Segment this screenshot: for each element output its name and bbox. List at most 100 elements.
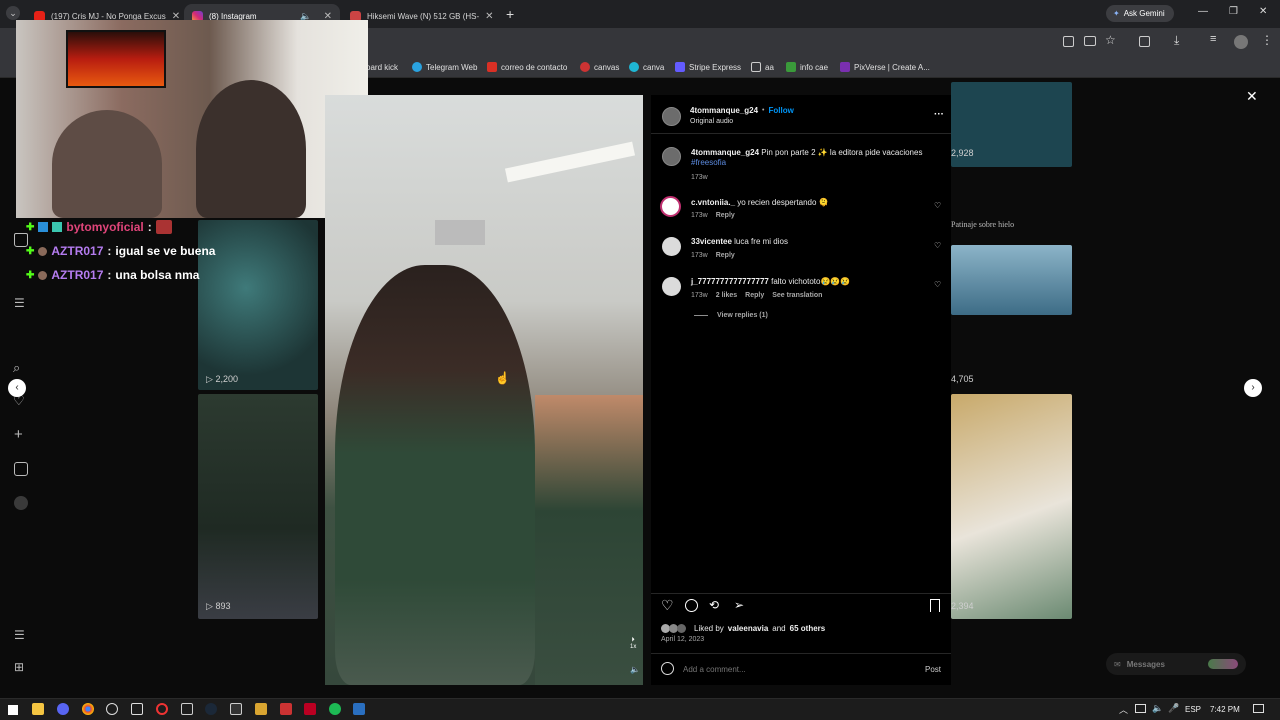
comment-likes[interactable]: 2 likes (716, 292, 737, 299)
bookmark-stripe[interactable]: Stripe Express (675, 60, 741, 74)
like-comment-icon[interactable]: ♡ (934, 280, 941, 289)
comment-username[interactable]: c.vntoniia._ (691, 198, 735, 207)
new-tab-button[interactable]: + (506, 6, 514, 22)
reply-button[interactable]: Reply (716, 212, 735, 219)
playback-speed[interactable]: ⏵ 1x (630, 637, 636, 651)
bookmark-canvas[interactable]: canvas (580, 60, 619, 74)
bookmark-kick[interactable]: oard kick (366, 60, 398, 74)
reel-video[interactable]: ☝ ⏵ 1x 🔈 (325, 95, 643, 685)
comment-body: j_7777777777777777 falto vichototo😢😢😢 (691, 277, 850, 286)
liked-others[interactable]: 65 others (790, 624, 826, 633)
restore-button[interactable]: ❐ (1229, 6, 1238, 17)
bookmark-icon[interactable] (930, 599, 940, 612)
network-icon[interactable] (1135, 704, 1146, 713)
bookmark-folder-aa[interactable]: aa (751, 60, 774, 74)
next-post-button[interactable]: › (1244, 379, 1262, 397)
comment-text: yo recien despertando 🫠 (737, 198, 829, 207)
post-comment-button[interactable]: Post (925, 665, 941, 674)
spotify-icon[interactable] (329, 703, 341, 715)
search-icon[interactable]: ⌕ (13, 360, 20, 376)
close-window-button[interactable]: ✕ (1259, 6, 1267, 17)
more-options-icon[interactable]: ··· (934, 109, 944, 120)
clock[interactable]: 7:42 PM (1210, 705, 1240, 714)
profile-icon[interactable] (14, 496, 28, 510)
dashboard-icon[interactable] (14, 462, 28, 476)
create-icon[interactable]: + (14, 426, 23, 443)
cast-icon[interactable] (1084, 36, 1096, 46)
app-icon[interactable] (304, 703, 316, 715)
like-icon[interactable]: ♡ (661, 597, 674, 614)
reply-button[interactable]: Reply (745, 292, 764, 299)
comment-icon[interactable] (685, 599, 698, 612)
ask-gemini-button[interactable]: ✦ Ask Gemini (1106, 5, 1174, 22)
discord-icon[interactable] (57, 703, 69, 715)
hashtag-link[interactable]: #freesofia (691, 158, 726, 167)
star-icon[interactable]: ☆ (1105, 33, 1116, 47)
author-username[interactable]: 4tommanque_g24 (690, 106, 758, 115)
volume-icon[interactable]: 🔈 (630, 665, 640, 674)
chrome-icon[interactable] (82, 703, 94, 715)
tray-chevron-icon[interactable]: ︿ (1119, 703, 1128, 716)
grid-thumbnail[interactable] (951, 394, 1072, 619)
obs-icon[interactable] (106, 703, 118, 715)
windows-start-icon[interactable] (8, 705, 18, 715)
record-icon[interactable] (156, 703, 168, 715)
bookmark-telegram[interactable]: Telegram Web (412, 60, 477, 74)
messages-button[interactable]: ✉ Messages (1106, 653, 1246, 675)
bookmark-canva[interactable]: canva (629, 60, 664, 74)
author-avatar[interactable] (662, 107, 681, 126)
grid-thumbnail[interactable] (198, 394, 318, 619)
profile-avatar[interactable] (1234, 35, 1248, 49)
comment-avatar[interactable] (662, 277, 681, 296)
more-icon[interactable]: ☰ (14, 628, 25, 642)
language-indicator[interactable]: ESP (1185, 705, 1201, 714)
download-icon[interactable]: ⤓ (1174, 33, 1179, 48)
tab-search-button[interactable]: ⌄ (6, 6, 20, 20)
app-icon[interactable] (353, 703, 365, 715)
epic-icon[interactable] (230, 703, 242, 715)
app-icon[interactable] (280, 703, 292, 715)
capture-icon[interactable] (131, 703, 143, 715)
see-translation-button[interactable]: See translation (772, 292, 822, 299)
like-comment-icon[interactable]: ♡ (934, 241, 941, 250)
bookmark-pixverse[interactable]: PixVerse | Create A... (840, 60, 930, 74)
grid-thumbnail[interactable] (951, 245, 1072, 315)
caption-username[interactable]: 4tommanque_g24 (691, 148, 759, 157)
grid-thumbnail[interactable] (198, 220, 318, 390)
liked-by: Liked by valeenavia and 65 others (661, 624, 825, 633)
translate-icon[interactable] (1063, 36, 1074, 47)
menu-icon[interactable]: ⋮ (1261, 33, 1273, 47)
view-replies-button[interactable]: View replies (1) (694, 312, 768, 319)
bookmark-gmail[interactable]: correo de contacto (487, 60, 567, 74)
audio-label[interactable]: Original audio (690, 118, 733, 125)
follow-button[interactable]: Follow (768, 106, 793, 115)
terminal-icon[interactable] (181, 703, 193, 715)
mic-icon[interactable]: 🎤 (1168, 703, 1179, 714)
reels-menu-icon[interactable]: ☰ (14, 296, 25, 310)
liked-user[interactable]: valeenavia (728, 624, 768, 633)
close-modal-button[interactable]: ✕ (1246, 88, 1258, 105)
repost-icon[interactable]: ⟲ (709, 598, 719, 612)
file-explorer-icon[interactable] (32, 703, 44, 715)
minimize-button[interactable]: — (1198, 6, 1208, 17)
caption-avatar[interactable] (662, 147, 681, 166)
comment-avatar[interactable] (660, 196, 681, 217)
extensions-icon[interactable] (1139, 36, 1150, 47)
comment-username[interactable]: j_7777777777777777 (691, 277, 769, 286)
also-from-meta-icon[interactable]: ⊞ (14, 660, 24, 674)
volume-tray-icon[interactable]: 🔈 (1152, 703, 1163, 714)
emoji-icon[interactable] (661, 662, 674, 675)
previous-post-button[interactable]: ‹ (8, 379, 26, 397)
steam-icon[interactable] (205, 703, 217, 715)
reply-button[interactable]: Reply (716, 252, 735, 259)
notifications-tray-icon[interactable] (1253, 704, 1264, 713)
comment-username[interactable]: 33vicentee (691, 237, 732, 246)
comment-avatar[interactable] (662, 237, 681, 256)
media-icon[interactable]: ≡ (1210, 33, 1216, 45)
close-icon[interactable]: ✕ (485, 11, 493, 22)
like-comment-icon[interactable]: ♡ (934, 201, 941, 210)
comment-input[interactable] (683, 662, 903, 676)
share-icon[interactable]: ➢ (734, 598, 744, 612)
bookmark-infocae[interactable]: info cae (786, 60, 828, 74)
app-icon[interactable] (255, 703, 267, 715)
